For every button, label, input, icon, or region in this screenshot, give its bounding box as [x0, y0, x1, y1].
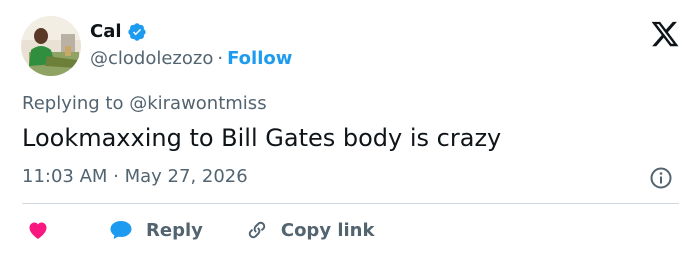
copy-link-label: Copy link — [280, 219, 375, 241]
reply-label: Reply — [146, 219, 203, 241]
tweet-text: Lookmaxxing to Bill Gates body is crazy — [22, 124, 502, 152]
verified-badge-icon — [127, 22, 147, 42]
like-button[interactable] — [26, 218, 50, 242]
copy-link-button[interactable]: Copy link — [233, 218, 375, 242]
handle-row: @clodolezozo · Follow — [90, 47, 292, 71]
reply-context-prefix: Replying to — [22, 93, 124, 114]
info-icon[interactable] — [649, 166, 673, 190]
heart-icon — [26, 218, 50, 242]
reply-button[interactable]: Reply — [96, 218, 203, 242]
x-logo-icon[interactable] — [650, 19, 680, 49]
action-bar: Reply Copy link — [26, 216, 374, 244]
handle-separator: · — [217, 48, 224, 69]
speech-bubble-icon — [108, 218, 134, 242]
follow-button[interactable]: Follow — [227, 48, 292, 69]
author-handle[interactable]: @clodolezozo — [90, 48, 213, 69]
display-name[interactable]: Cal — [90, 20, 122, 44]
divider — [22, 203, 679, 204]
tweet-timestamp[interactable]: 11:03 AM · May 27, 2026 — [22, 165, 248, 189]
reply-context: Replying to @kirawontmiss — [22, 92, 267, 116]
reply-mention-link[interactable]: @kirawontmiss — [129, 93, 266, 114]
link-icon — [245, 218, 269, 242]
author-name-row[interactable]: Cal — [90, 20, 147, 44]
avatar[interactable] — [21, 16, 81, 76]
